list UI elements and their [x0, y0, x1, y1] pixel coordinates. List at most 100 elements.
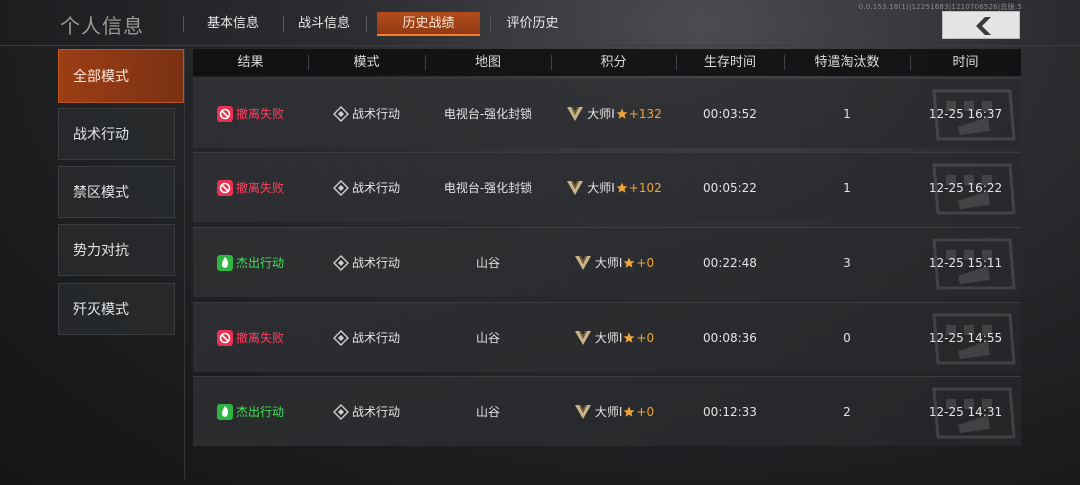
map-cell: 电视台-强化封锁: [443, 181, 533, 195]
points-cell: 大师I +102: [551, 153, 676, 223]
rank-label: 大师I: [587, 107, 615, 121]
sidebar-item-restricted-zone[interactable]: 禁区模式: [58, 166, 175, 218]
result-cell: 杰出行动: [193, 228, 308, 298]
sidebar-item-faction-battle[interactable]: 势力对抗: [58, 224, 175, 276]
extraction-fail-icon: [216, 106, 233, 122]
header-divider: [0, 45, 1080, 46]
tab-basic-info[interactable]: 基本信息: [183, 12, 283, 36]
operation-diamond-icon: [332, 330, 349, 346]
points-cell: 大师I +132: [551, 79, 676, 149]
master-rank-badge-icon: [567, 181, 584, 195]
film-strip-watermark-icon: [932, 313, 1016, 365]
star-points-icon: [623, 332, 635, 343]
mode-label: 战术行动: [351, 405, 400, 419]
result-label: 杰出行动: [235, 256, 284, 270]
table-header: 结果 模式 地图 积分 生存时间 特遣淘汰数 时间: [193, 49, 1021, 76]
survival-time-cell: 00:12:33: [703, 405, 757, 419]
points-value: +0: [636, 331, 655, 345]
survival-time-cell: 00:05:22: [703, 181, 757, 195]
master-rank-badge-icon: [574, 405, 591, 419]
mode-label: 战术行动: [351, 107, 400, 121]
sidebar-item-all-modes[interactable]: 全部模式: [58, 49, 184, 103]
rank-label: 大师I: [594, 405, 623, 419]
extraction-fail-icon: [216, 330, 233, 346]
result-badge: 杰出行动: [193, 228, 308, 298]
points-value: +132: [628, 107, 662, 121]
star-points-icon: [623, 257, 635, 268]
film-strip-watermark-icon: [932, 163, 1016, 215]
mode-cell: 战术行动: [308, 377, 425, 447]
back-button[interactable]: [942, 11, 1020, 39]
table-row[interactable]: 杰出行动 战术行动 山谷 大: [193, 376, 1021, 446]
back-arrow-icon: [976, 17, 991, 35]
points-cell: 大师I +0: [551, 303, 676, 373]
result-cell: 撤离失败: [193, 79, 308, 149]
result-badge: 撤离失败: [193, 79, 308, 149]
map-cell: 山谷: [475, 256, 500, 270]
rank-label: 大师I: [594, 256, 623, 270]
survival-time-cell: 00:08:36: [703, 331, 757, 345]
result-badge: 杰出行动: [193, 377, 308, 447]
rank-label: 大师I: [594, 331, 623, 345]
result-cell: 杰出行动: [193, 377, 308, 447]
film-strip-watermark-icon: [932, 238, 1016, 290]
kills-cell: 0: [843, 331, 851, 345]
survival-time-cell: 00:03:52: [703, 107, 757, 121]
column-header-map: 地图: [474, 55, 501, 70]
result-cell: 撤离失败: [193, 303, 308, 373]
top-bar: 个人信息 0.0.153.18(1)|12251683|1210706526|总…: [0, 0, 1080, 46]
star-points-icon: [623, 406, 635, 417]
points-value: +102: [628, 181, 662, 195]
table-row[interactable]: 撤离失败 战术行动 电视台-强化封锁: [193, 152, 1021, 222]
mode-cell: 战术行动: [308, 153, 425, 223]
film-strip-watermark-icon: [932, 387, 1016, 439]
tab-battle-info[interactable]: 战斗信息: [283, 12, 365, 36]
column-header-points: 积分: [600, 55, 627, 70]
column-header-kills: 特遣淘汰数: [814, 55, 880, 70]
master-rank-badge-icon: [567, 107, 584, 121]
master-rank-badge-icon: [574, 331, 591, 345]
tab-review-history[interactable]: 评价历史: [490, 12, 575, 36]
master-rank-badge-icon: [574, 256, 591, 270]
map-cell: 电视台-强化封锁: [443, 107, 533, 121]
result-label: 撤离失败: [235, 181, 284, 195]
kills-cell: 3: [843, 256, 851, 270]
points-value: +0: [636, 256, 655, 270]
operation-diamond-icon: [332, 255, 349, 271]
sidebar-item-annihilation[interactable]: 歼灭模式: [58, 283, 175, 335]
points-value: +0: [636, 405, 655, 419]
star-points-icon: [616, 182, 628, 193]
mode-label: 战术行动: [351, 331, 400, 345]
result-label: 杰出行动: [235, 405, 284, 419]
survival-time-cell: 00:22:48: [703, 256, 757, 270]
film-strip-watermark-icon: [932, 89, 1016, 141]
extraction-fail-icon: [216, 180, 233, 196]
tab-separator: [366, 16, 367, 32]
operation-diamond-icon: [332, 180, 349, 196]
outstanding-action-icon: [216, 255, 233, 271]
column-header-result: 结果: [237, 55, 264, 70]
tab-match-history[interactable]: 历史战绩: [377, 12, 480, 36]
sidebar-item-tactical-ops[interactable]: 战术行动: [58, 108, 175, 160]
mode-label: 战术行动: [351, 181, 400, 195]
mode-cell: 战术行动: [308, 79, 425, 149]
points-cell: 大师I +0: [551, 228, 676, 298]
page-title: 个人信息: [60, 14, 144, 38]
kills-cell: 1: [843, 181, 851, 195]
column-header-mode: 模式: [353, 55, 380, 70]
mode-cell: 战术行动: [308, 303, 425, 373]
table-row[interactable]: 撤离失败 战术行动 山谷 大师I +0 00:08:36 0 12-25 14:…: [193, 302, 1021, 372]
map-cell: 山谷: [475, 405, 500, 419]
column-header-time: 时间: [952, 55, 979, 70]
sidebar-rail: [184, 49, 185, 479]
result-badge: 撤离失败: [193, 153, 308, 223]
column-header-survival-time: 生存时间: [703, 55, 756, 70]
result-label: 撤离失败: [235, 107, 284, 121]
table-row[interactable]: 杰出行动 战术行动 山谷 大: [193, 227, 1021, 297]
result-label: 撤离失败: [235, 331, 284, 345]
table-row[interactable]: 撤离失败 战术行动 电视台-强化封锁: [193, 78, 1021, 148]
points-cell: 大师I +0: [551, 377, 676, 447]
operation-diamond-icon: [332, 404, 349, 420]
mode-cell: 战术行动: [308, 228, 425, 298]
mode-label: 战术行动: [351, 256, 400, 270]
